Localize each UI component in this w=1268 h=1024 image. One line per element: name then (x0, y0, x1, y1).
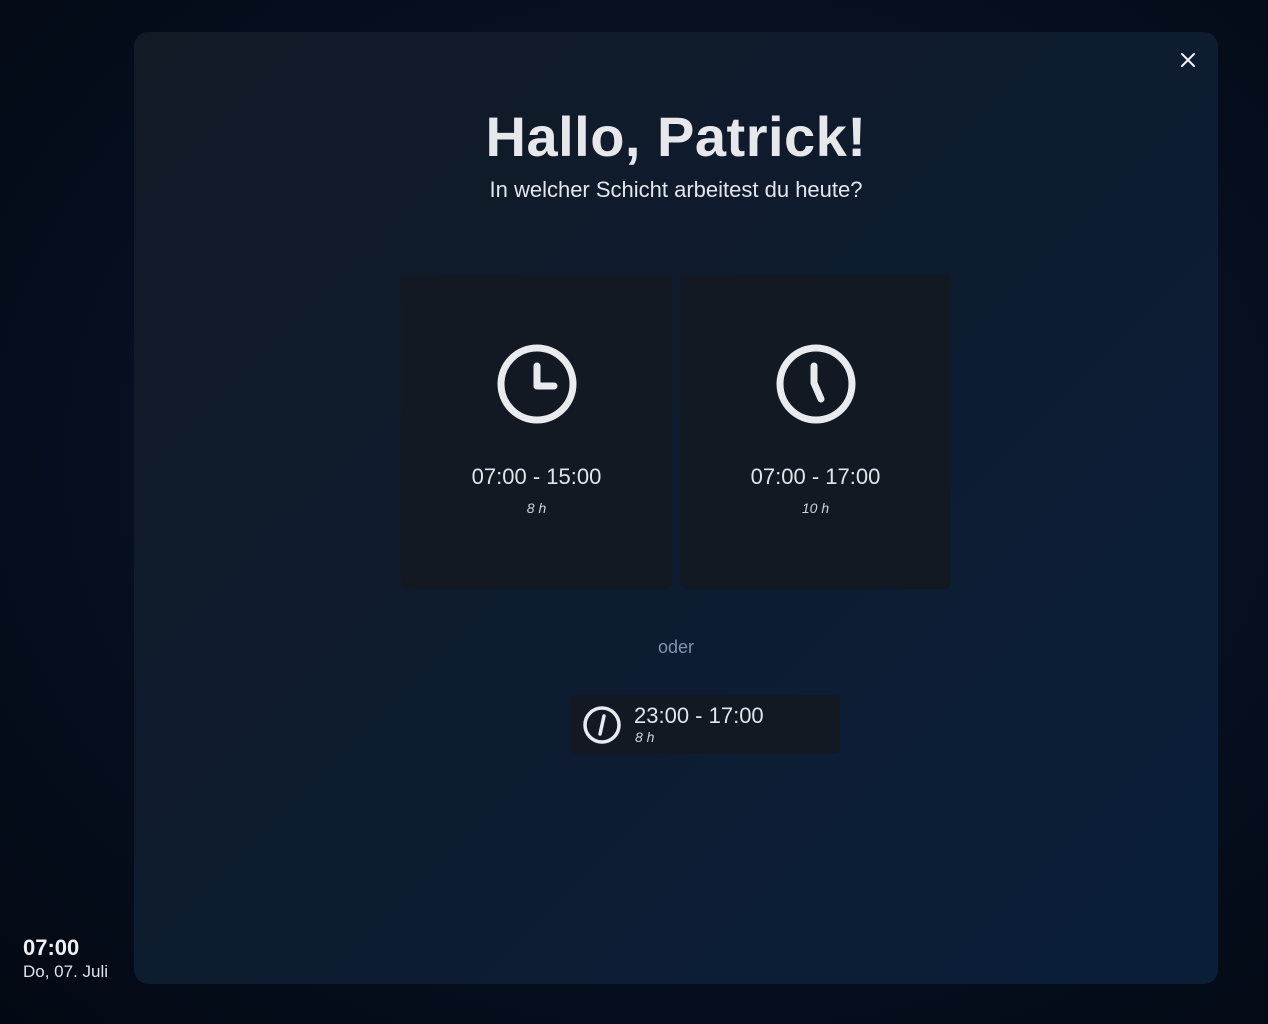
shift-card-early[interactable]: 07:00 - 15:00 8 h (401, 275, 672, 589)
shift-duration: 10 h (801, 500, 830, 516)
alternative-shift-button[interactable]: 23:00 - 17:00 8 h (570, 695, 840, 754)
shift-duration: 8 h (635, 729, 655, 745)
shift-time-range: 23:00 - 17:00 (634, 703, 764, 728)
shift-time-range: 07:00 - 15:00 (471, 464, 602, 489)
shift-selection-modal: Hallo, Patrick! In welcher Schicht arbei… (134, 32, 1218, 984)
close-icon (1181, 53, 1195, 67)
current-time: 07:00 (23, 935, 80, 960)
screen: Hallo, Patrick! In welcher Schicht arbei… (0, 0, 1268, 1024)
shift-duration: 8 h (526, 500, 547, 516)
shift-card-long[interactable]: 07:00 - 17:00 10 h (680, 275, 951, 589)
close-button[interactable] (1176, 48, 1200, 72)
clock-icon (583, 706, 621, 744)
greeting-title: Hallo, Patrick! (485, 105, 867, 168)
status-clock: 07:00 Do, 07. Juli (23, 935, 108, 983)
clock-icon (776, 344, 856, 424)
divider-label: oder (657, 637, 695, 657)
current-date: Do, 07. Juli (23, 962, 109, 981)
greeting-subtitle: In welcher Schicht arbeitest du heute? (489, 177, 863, 202)
clock-icon (497, 344, 577, 424)
shift-time-range: 07:00 - 17:00 (750, 464, 881, 489)
